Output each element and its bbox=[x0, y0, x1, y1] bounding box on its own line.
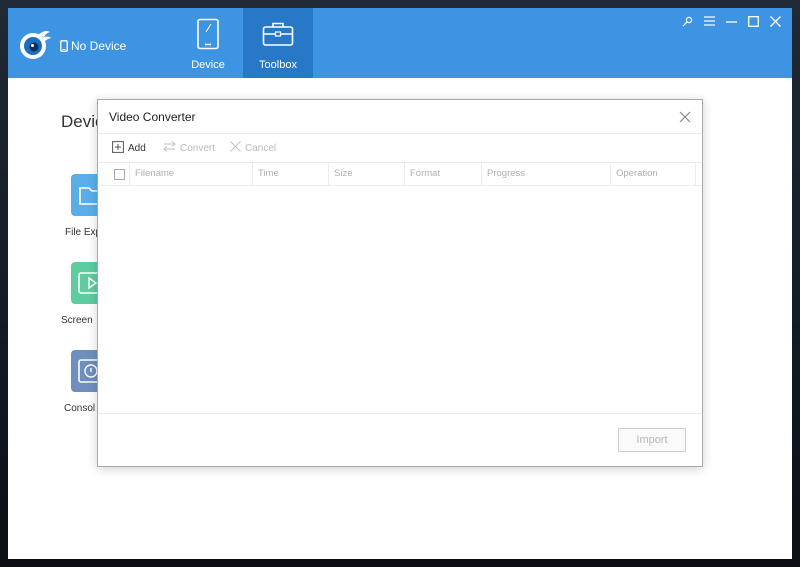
window-controls bbox=[678, 12, 784, 30]
video-converter-dialog: Video Converter Add Convert Cancel Filen… bbox=[97, 99, 703, 467]
column-divider bbox=[695, 163, 696, 185]
tab-device-label: Device bbox=[191, 59, 225, 71]
cancel-button[interactable]: Cancel bbox=[230, 141, 276, 155]
column-header-filename[interactable]: Filename bbox=[129, 163, 252, 185]
dialog-toolbar: Add Convert Cancel bbox=[98, 133, 702, 162]
file-list[interactable] bbox=[98, 186, 702, 412]
maximize-icon[interactable] bbox=[744, 12, 762, 30]
column-header-progress[interactable]: Progress bbox=[481, 163, 610, 185]
add-label: Add bbox=[128, 142, 146, 154]
column-header-format[interactable]: Format bbox=[404, 163, 481, 185]
convert-icon bbox=[163, 141, 176, 155]
tablet-icon bbox=[191, 17, 225, 51]
top-bar: No Device Device Toolbox bbox=[8, 8, 792, 78]
device-status-label: No Device bbox=[71, 39, 127, 53]
tool-label-file-explorer: File Exp bbox=[65, 227, 102, 238]
add-button[interactable]: Add bbox=[112, 140, 146, 156]
phone-icon bbox=[60, 40, 68, 52]
file-table-header: Filename Time Size Format Progress Opera… bbox=[98, 162, 702, 186]
import-button[interactable]: Import bbox=[618, 428, 686, 452]
dialog-title: Video Converter bbox=[109, 110, 196, 124]
convert-label: Convert bbox=[180, 142, 216, 154]
column-header-operation[interactable]: Operation bbox=[610, 163, 695, 185]
cancel-label: Cancel bbox=[245, 142, 277, 154]
dialog-close-icon[interactable] bbox=[678, 110, 692, 124]
select-all-checkbox[interactable] bbox=[114, 169, 125, 180]
minimize-icon[interactable] bbox=[722, 12, 740, 30]
column-header-time[interactable]: Time bbox=[252, 163, 328, 185]
toolbox-icon bbox=[261, 17, 295, 51]
watermark-logo: filecroco.com bbox=[604, 535, 784, 564]
convert-button[interactable]: Convert bbox=[163, 141, 215, 155]
cancel-icon bbox=[230, 141, 241, 155]
tool-label-screen: Screen bbox=[61, 315, 93, 326]
menu-icon[interactable] bbox=[700, 12, 718, 30]
dialog-footer: Import bbox=[98, 413, 702, 466]
app-logo-icon bbox=[18, 27, 52, 61]
device-status: No Device bbox=[60, 38, 126, 54]
tab-device[interactable]: Device bbox=[173, 8, 243, 78]
tab-toolbox-label: Toolbox bbox=[259, 59, 297, 71]
pin-icon[interactable] bbox=[678, 12, 696, 30]
tool-label-console: Consol bbox=[64, 403, 96, 414]
close-icon[interactable] bbox=[766, 12, 784, 30]
add-icon bbox=[112, 140, 124, 156]
column-header-size[interactable]: Size bbox=[328, 163, 404, 185]
tab-toolbox[interactable]: Toolbox bbox=[243, 8, 313, 78]
